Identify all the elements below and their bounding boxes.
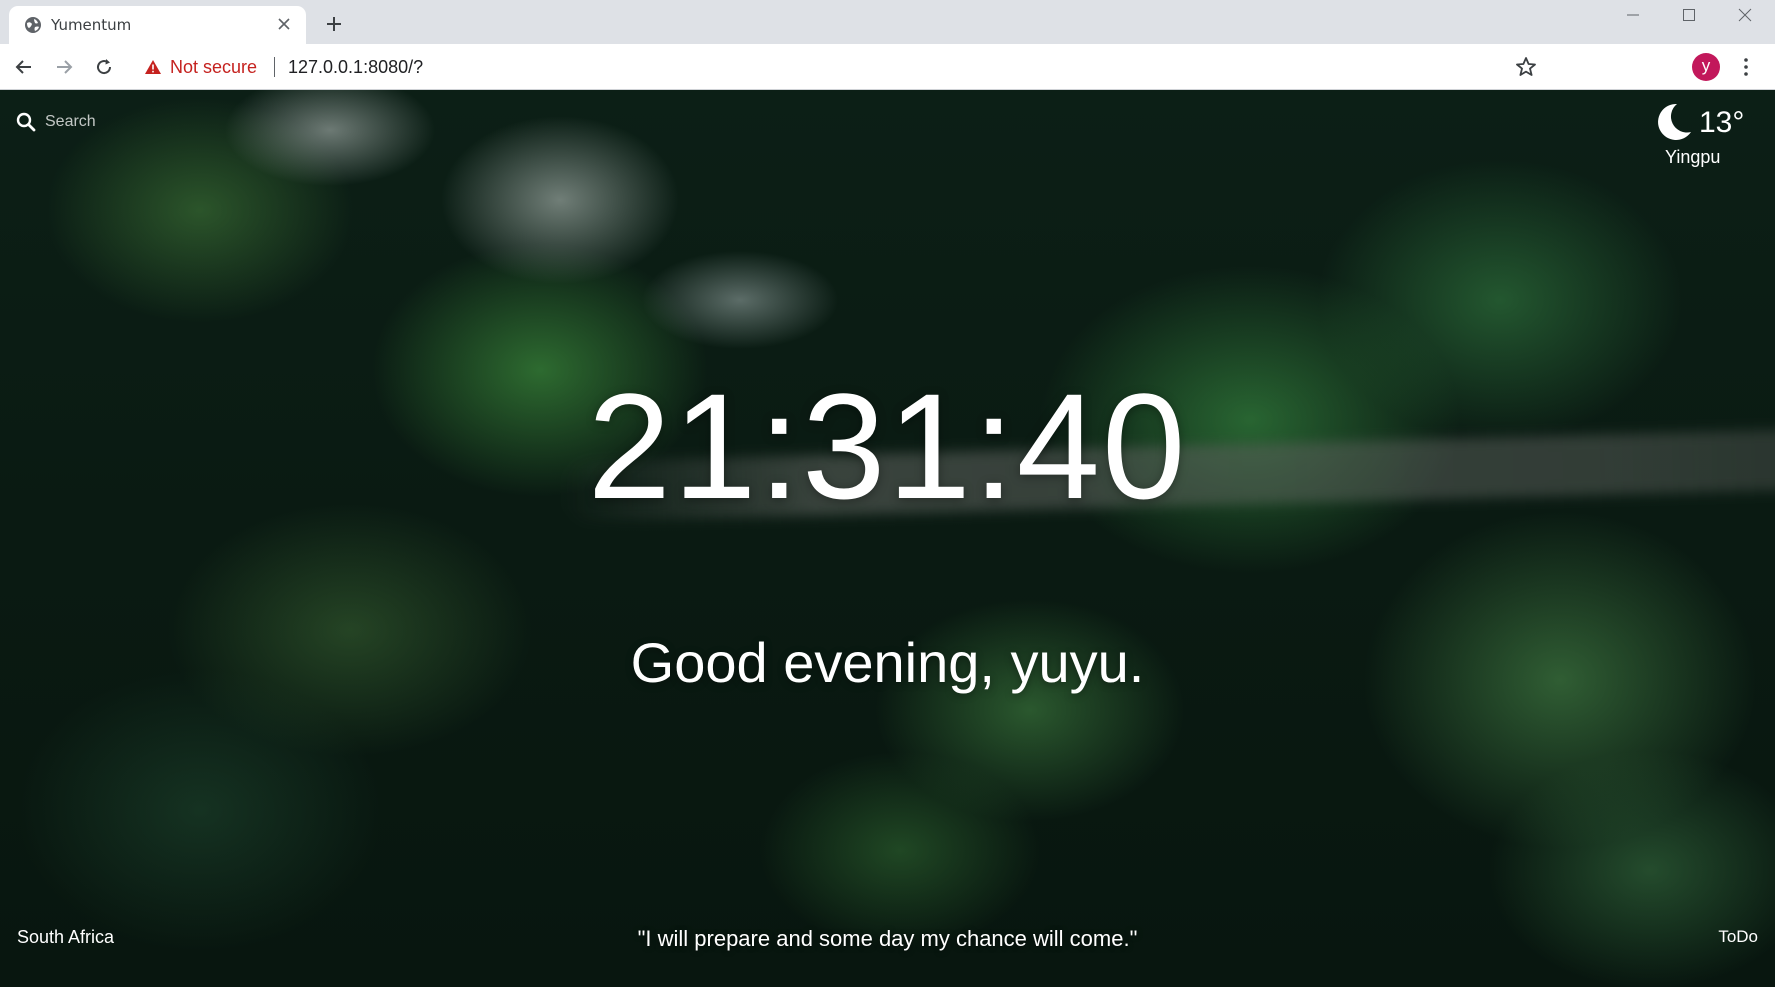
tab-yumentum[interactable]: Yumentum bbox=[9, 6, 306, 44]
globe-icon bbox=[25, 17, 41, 33]
security-label: Not secure bbox=[170, 56, 258, 77]
greeting[interactable]: Good evening, yuyu. bbox=[0, 630, 1775, 695]
tab-close-icon[interactable] bbox=[274, 14, 294, 34]
forest-background: Search 13° Yingpu 21:31:40 Good evening,… bbox=[0, 90, 1775, 987]
tab-title: Yumentum bbox=[51, 16, 132, 34]
warning-icon bbox=[145, 60, 161, 74]
close-window-button[interactable] bbox=[1717, 0, 1773, 30]
browser-menu-button[interactable] bbox=[1736, 53, 1756, 81]
url-text[interactable]: 127.0.0.1:8080/? bbox=[288, 49, 423, 85]
address-bar[interactable]: Not secure 127.0.0.1:8080/? bbox=[128, 49, 1538, 85]
address-divider bbox=[274, 57, 275, 77]
bookmark-star-icon[interactable] bbox=[1514, 55, 1538, 79]
tab-strip: Yumentum bbox=[0, 0, 1775, 44]
search-label[interactable]: Search bbox=[45, 113, 96, 131]
todo-button[interactable]: ToDo bbox=[1718, 927, 1758, 947]
arrow-left-icon bbox=[15, 60, 31, 74]
minimize-icon bbox=[1627, 14, 1639, 16]
search-icon bbox=[16, 112, 36, 132]
weather-location: Yingpu bbox=[1665, 147, 1721, 167]
profile-avatar[interactable]: y bbox=[1692, 53, 1720, 81]
reload-button[interactable] bbox=[88, 51, 120, 83]
daily-quote: "I will prepare and some day my chance w… bbox=[637, 926, 1138, 951]
close-icon bbox=[1738, 8, 1752, 22]
weather-widget[interactable]: 13° Yingpu bbox=[1651, 100, 1761, 170]
forward-button[interactable] bbox=[48, 51, 80, 83]
reload-icon bbox=[97, 59, 112, 75]
weather-temperature: 13° bbox=[1699, 106, 1745, 139]
clock: 21:31:40 bbox=[587, 362, 1188, 530]
moon-icon bbox=[1658, 103, 1691, 140]
new-tab-button[interactable] bbox=[320, 10, 348, 38]
plus-icon bbox=[327, 17, 341, 31]
maximize-icon bbox=[1683, 9, 1695, 21]
browser-toolbar: Not secure 127.0.0.1:8080/? bbox=[0, 44, 1775, 119]
security-indicator[interactable]: Not secure bbox=[144, 49, 257, 85]
minimize-window-button[interactable] bbox=[1605, 0, 1661, 30]
back-button[interactable] bbox=[8, 51, 40, 83]
arrow-right-icon bbox=[57, 60, 73, 74]
maximize-window-button[interactable] bbox=[1661, 0, 1717, 30]
more-vert-icon bbox=[1744, 58, 1748, 76]
search-widget[interactable]: Search bbox=[16, 112, 96, 132]
